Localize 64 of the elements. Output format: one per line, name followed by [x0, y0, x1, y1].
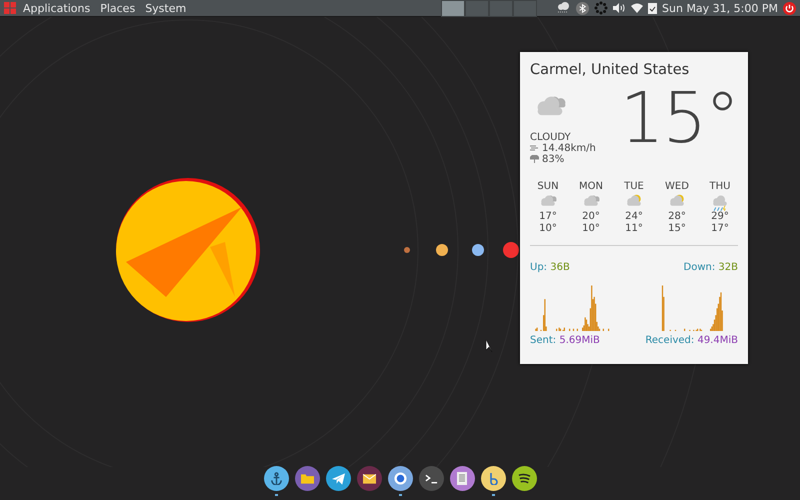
forecast-low: 10° — [539, 223, 557, 236]
dock-app-button[interactable] — [356, 466, 382, 491]
anchor-icon — [270, 472, 282, 485]
browser-icon — [394, 472, 406, 485]
workspace[interactable] — [441, 0, 466, 16]
battery-icon[interactable] — [648, 2, 658, 14]
dock-app-button[interactable] — [512, 466, 536, 491]
b-logo-icon — [487, 472, 499, 485]
humidity: 83% — [542, 154, 564, 165]
dock-app-button[interactable] — [388, 466, 412, 491]
sent-total: Sent: 5.69MiB — [530, 335, 600, 346]
dock-app-button[interactable] — [450, 466, 474, 491]
dock-app-button[interactable] — [418, 466, 444, 491]
wind-icon — [530, 144, 539, 152]
wind-speed: 14.48km/h — [542, 142, 596, 154]
planet — [472, 244, 484, 256]
sound-waves-icon — [518, 473, 530, 484]
forecast-high: 28° — [668, 211, 686, 224]
running-indicator — [492, 494, 494, 496]
mouse-pointer-icon — [486, 340, 492, 352]
forecast-high: 24° — [625, 211, 643, 224]
paper-plane-icon — [332, 472, 344, 484]
menu-item[interactable]: System — [142, 2, 190, 14]
menu-item[interactable]: Applications — [20, 2, 94, 14]
forecast-low: 17° — [711, 223, 729, 236]
forecast-high: 17° — [539, 211, 557, 224]
clock[interactable]: Sun May 31, 5:00 PM — [662, 2, 778, 14]
dock-app-button[interactable] — [294, 466, 320, 491]
menu-item[interactable]: Places — [97, 2, 138, 14]
condition-label: CLOUDY — [530, 132, 572, 143]
planet — [503, 242, 519, 258]
forecast-low: 15° — [668, 223, 686, 236]
wifi-icon[interactable] — [631, 3, 644, 13]
forecast-high: 29° — [711, 211, 729, 224]
forecast-day: WED — [665, 180, 689, 193]
forecast-day: TUE — [624, 180, 644, 193]
planet — [404, 247, 410, 253]
folder-icon — [300, 473, 314, 484]
volume-icon[interactable] — [613, 3, 626, 13]
forecast-high: 20° — [582, 211, 600, 224]
power-icon[interactable] — [783, 2, 796, 14]
location-title: Carmel, United States — [530, 62, 690, 78]
received-total: Received: 49.4MiB — [645, 335, 738, 346]
forecast-day: MON — [579, 180, 603, 193]
running-indicator — [398, 494, 402, 496]
umbrella-icon — [530, 155, 539, 164]
document-icon — [457, 472, 467, 485]
weather-cloud-icon[interactable] — [555, 2, 572, 14]
bluetooth-icon[interactable] — [576, 2, 590, 14]
current-temperature: 15° — [620, 82, 738, 161]
envelope-icon — [362, 474, 376, 484]
dots-ring-icon[interactable] — [594, 1, 608, 15]
download-rate: Down: 32B — [684, 262, 738, 274]
forecast-low: 11° — [625, 223, 643, 236]
forecast-low: 10° — [582, 223, 600, 236]
terminal-icon — [424, 474, 438, 484]
running-indicator — [274, 494, 278, 496]
planet — [436, 244, 448, 256]
forecast-day: SUN — [537, 180, 559, 193]
dock-app-button[interactable] — [264, 466, 288, 491]
upload-rate: Up: 36B — [530, 262, 570, 274]
forecast-day: THU — [710, 180, 730, 193]
dock-app-button[interactable] — [326, 466, 350, 491]
dock-app-button[interactable] — [480, 466, 506, 491]
